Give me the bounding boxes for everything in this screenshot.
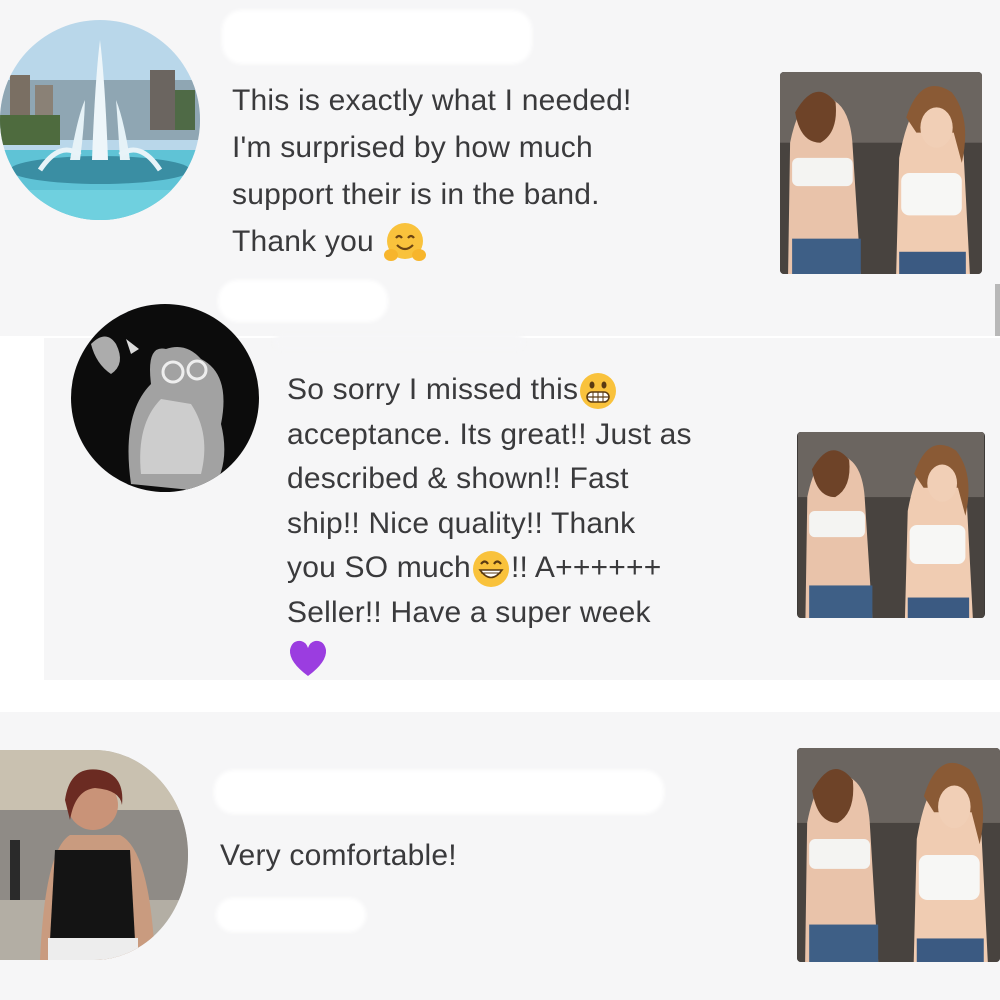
review-card-1: This is exactly what I needed! I'm surpr… (0, 0, 1000, 336)
review-line: I'm surprised by how much (232, 131, 593, 164)
scrollbar[interactable] (995, 284, 1000, 336)
product-photo[interactable] (780, 72, 982, 274)
hugging-face-icon (382, 220, 428, 266)
review-line: acceptance. Its great!! Just as (287, 417, 692, 451)
review-line: you SO much (287, 551, 471, 584)
product-photo[interactable] (797, 748, 1000, 962)
review-text-1: This is exactly what I needed! I'm surpr… (232, 77, 632, 266)
redacted-username (222, 10, 532, 64)
redacted-username (274, 334, 524, 350)
fountain-avatar[interactable] (0, 20, 200, 220)
review-text-2: So sorry I missed this acceptance. Its g… (287, 368, 692, 680)
review-line: Seller!! Have a super week (287, 595, 651, 629)
grinning-face-icon (471, 549, 511, 589)
grimacing-face-icon (578, 371, 618, 411)
redacted-date (216, 898, 366, 932)
woman-photo-avatar[interactable] (0, 750, 188, 960)
review-line: support their is in the band. (232, 178, 600, 211)
review-card-3: Very comfortable! (0, 712, 1000, 1000)
review-line: Thank you (232, 225, 374, 258)
review-line: !! A++++++ (510, 551, 662, 584)
product-photo[interactable] (797, 432, 985, 618)
redacted-username (214, 770, 664, 814)
review-line: described & shown!! Fast (287, 462, 629, 495)
cat-drawing-avatar[interactable] (71, 304, 259, 492)
review-line: This is exactly what I needed! (232, 84, 632, 117)
purple-heart-icon (287, 638, 329, 678)
review-text-3: Very comfortable! (220, 832, 457, 879)
review-line: So sorry I missed this (287, 373, 579, 406)
review-line: ship!! Nice quality!! Thank (287, 506, 636, 540)
review-line: Very comfortable! (220, 839, 457, 872)
review-card-2: So sorry I missed this acceptance. Its g… (44, 304, 1000, 680)
redacted-date (218, 280, 388, 322)
